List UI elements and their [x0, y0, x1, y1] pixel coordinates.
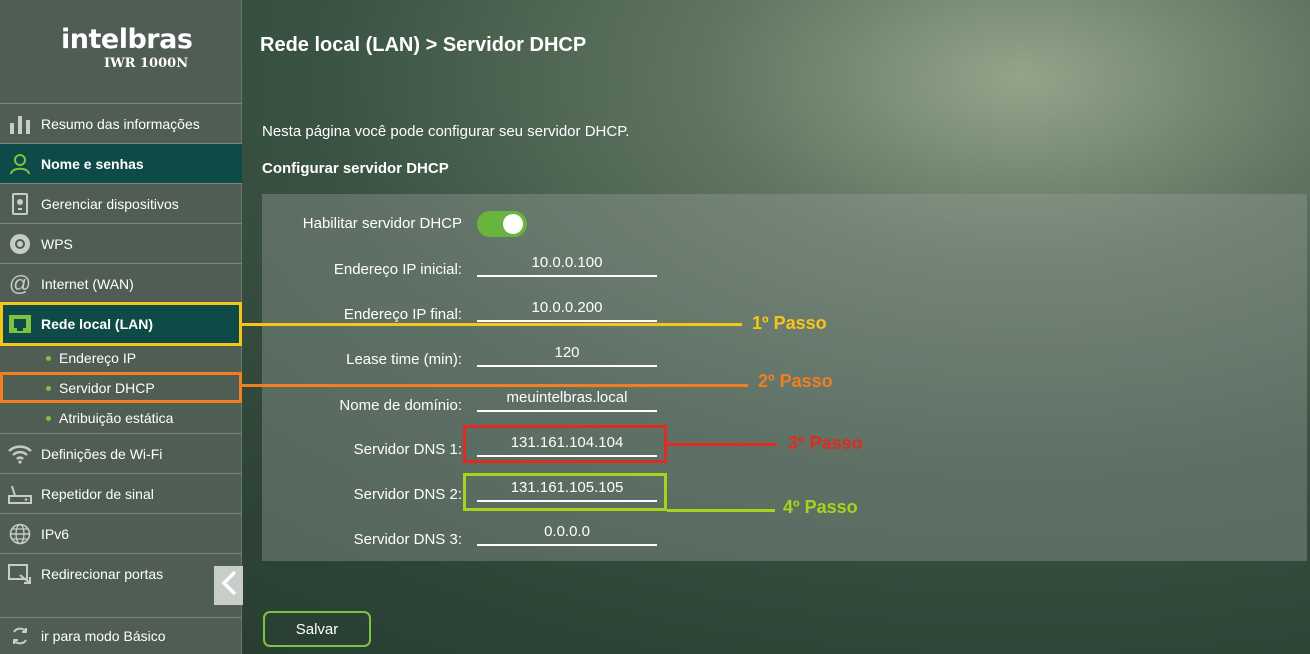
user-icon [2, 144, 38, 184]
step2-highlight [0, 372, 242, 403]
sidebar-item-label: Gerenciar dispositivos [41, 195, 179, 212]
step3-connector [667, 443, 777, 446]
wifi-icon [2, 434, 38, 474]
toggle-knob [503, 214, 523, 234]
sidebar-item-gerenciar[interactable]: Gerenciar dispositivos [0, 183, 242, 223]
section-title: Configurar servidor DHCP [262, 160, 449, 177]
bar-chart-icon [2, 104, 38, 144]
intro-text: Nesta página você pode configurar seu se… [262, 123, 630, 140]
start-ip-field[interactable]: 10.0.0.100 [477, 254, 657, 277]
sidebar-item-label: Redirecionar portas [41, 565, 164, 582]
end-ip-label: Endereço IP final: [343, 306, 462, 323]
bullet-icon [46, 355, 51, 361]
sidebar-item-repetidor[interactable]: Repetidor de sinal [0, 473, 242, 513]
collapse-sidebar-button[interactable] [214, 566, 243, 605]
sidebar-item-label: Definições de Wi-Fi [41, 445, 163, 462]
step1-label: 1º Passo [752, 313, 827, 333]
router-icon [2, 474, 38, 514]
sidebar-subitem-endereco-ip[interactable]: Endereço IP [0, 343, 242, 373]
enable-dhcp-toggle[interactable] [477, 211, 527, 237]
sidebar-item-resumo[interactable]: Resumo das informações [0, 103, 242, 143]
sidebar-item-label: Repetidor de sinal [41, 485, 154, 502]
step2-label: 2º Passo [758, 371, 833, 391]
sidebar-item-label: WPS [41, 235, 73, 252]
brand-model: IWR 1000N [104, 56, 189, 71]
sidebar-item-redirecionar[interactable]: Redirecionar portas [0, 553, 242, 593]
dns2-label: Servidor DNS 2: [353, 486, 462, 503]
domain-name-field[interactable]: meuintelbras.local [477, 389, 657, 412]
step4-highlight [463, 473, 667, 511]
brand-name: intelbras [61, 24, 193, 55]
basic-mode-link[interactable]: ir para modo Básico [0, 617, 242, 654]
step3-highlight [463, 425, 667, 463]
enable-dhcp-label: Habilitar servidor DHCP [302, 215, 462, 232]
dns1-label: Servidor DNS 1: [353, 441, 462, 458]
sidebar-subitem-label: Atribuição estática [59, 410, 174, 426]
sidebar-nav: Resumo das informações Nome e senhas Ger… [0, 103, 242, 593]
start-ip-label: Endereço IP inicial: [333, 261, 462, 278]
step1-connector [242, 323, 742, 326]
sidebar-item-label: Resumo das informações [41, 115, 200, 132]
step3-label: 3º Passo [788, 433, 863, 453]
step4-connector [667, 509, 775, 512]
sidebar-item-label: Nome e senhas [41, 155, 144, 172]
sidebar-item-nome-senhas[interactable]: Nome e senhas [0, 143, 242, 183]
dns3-label: Servidor DNS 3: [353, 531, 462, 548]
refresh-icon [2, 626, 38, 646]
chevron-left-icon [220, 570, 238, 601]
dns3-field[interactable]: 0.0.0.0 [477, 523, 657, 546]
sidebar-item-internet[interactable]: @ Internet (WAN) [0, 263, 242, 303]
sidebar-item-ipv6[interactable]: IPv6 [0, 513, 242, 553]
end-ip-field[interactable]: 10.0.0.200 [477, 299, 657, 322]
page-title: Rede local (LAN) > Servidor DHCP [260, 34, 587, 56]
lease-time-label: Lease time (min): [346, 351, 462, 368]
globe-icon [2, 514, 38, 554]
device-icon [2, 184, 38, 224]
domain-name-label: Nome de domínio: [339, 397, 462, 414]
port-forward-icon [2, 554, 38, 594]
step4-label: 4º Passo [783, 497, 858, 517]
step2-connector [242, 384, 748, 387]
lease-time-field[interactable]: 120 [477, 344, 657, 367]
step1-highlight [0, 302, 242, 346]
at-sign-icon: @ [8, 270, 32, 296]
bullet-icon [46, 415, 51, 421]
sidebar-item-wps[interactable]: WPS [0, 223, 242, 263]
sidebar-subitem-atribuicao[interactable]: Atribuição estática [0, 403, 242, 433]
sidebar-subitem-label: Endereço IP [59, 350, 137, 366]
sidebar-item-wifi[interactable]: Definições de Wi-Fi [0, 433, 242, 473]
save-button[interactable]: Salvar [263, 611, 371, 647]
basic-mode-label: ir para modo Básico [41, 628, 166, 644]
sidebar-item-label: IPv6 [41, 525, 70, 542]
wps-icon [2, 224, 38, 264]
sidebar-item-label: Internet (WAN) [41, 275, 134, 292]
